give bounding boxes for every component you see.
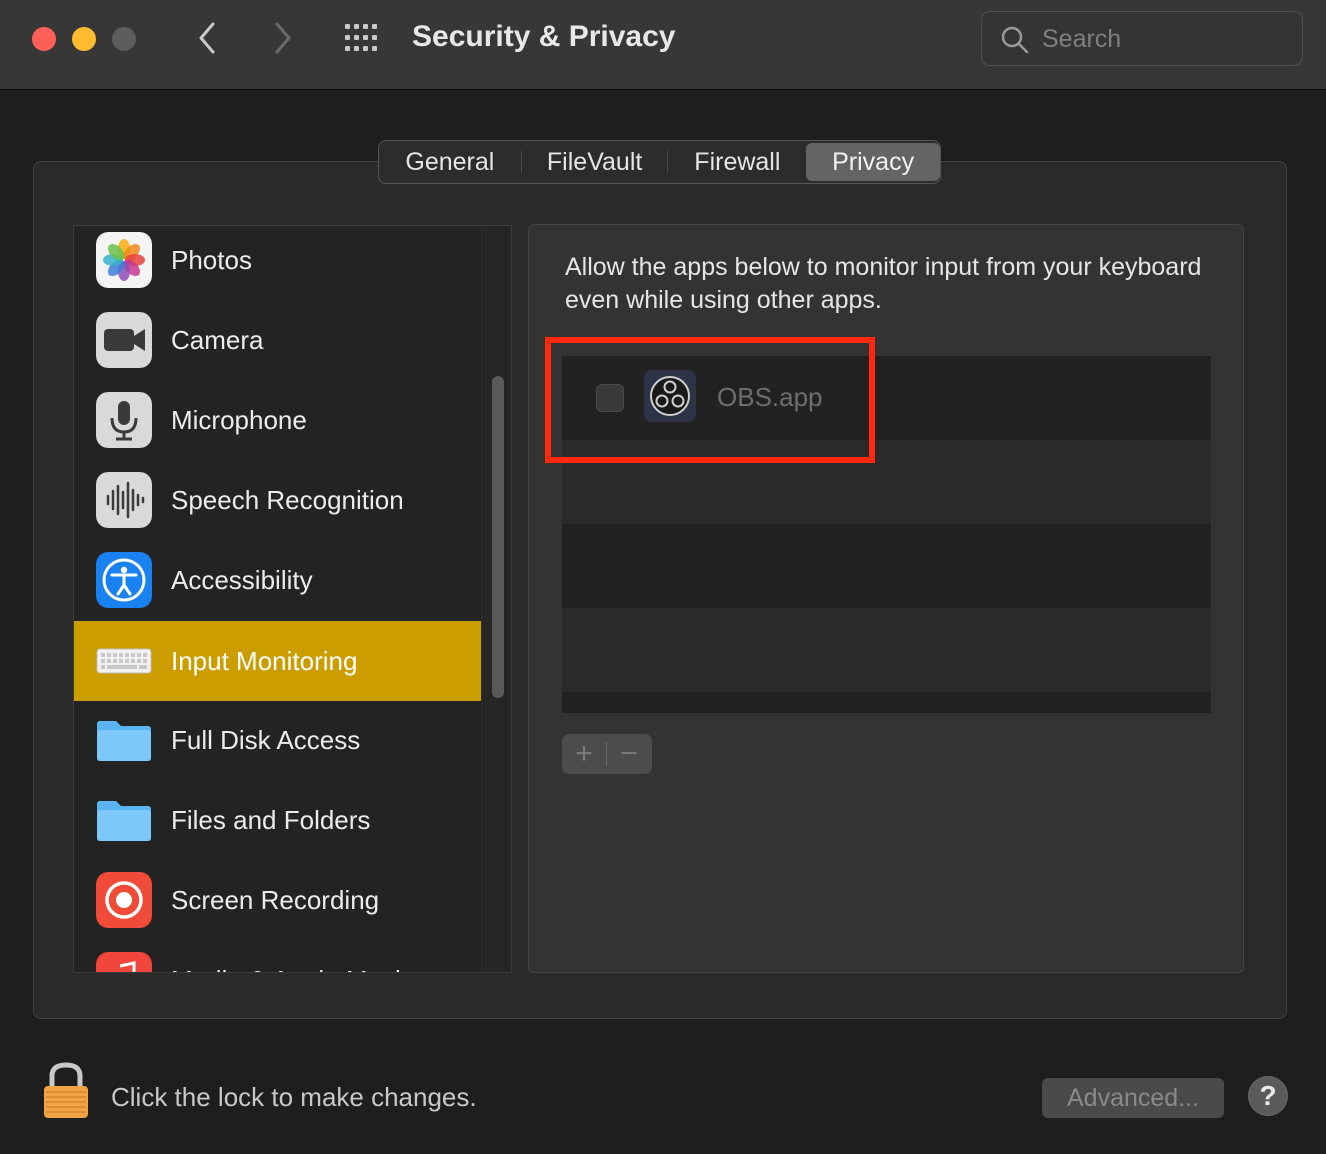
- sidebar-item-input-monitoring[interactable]: Input Monitoring: [74, 621, 481, 701]
- sidebar-item-label: Files and Folders: [171, 804, 371, 835]
- tab-privacy[interactable]: Privacy: [806, 143, 940, 181]
- chevron-left-icon: [199, 22, 215, 54]
- remove-app-button[interactable]: −: [607, 734, 651, 774]
- zoom-window-button[interactable]: [112, 27, 136, 51]
- sidebar-item-microphone[interactable]: Microphone: [74, 380, 481, 460]
- chevron-right-icon: [275, 22, 291, 54]
- tab-filevault[interactable]: FileVault: [522, 141, 668, 183]
- sidebar-item-files-and-folders[interactable]: Files and Folders: [74, 780, 481, 860]
- help-button[interactable]: ?: [1248, 1076, 1288, 1116]
- add-app-button[interactable]: +: [562, 734, 606, 774]
- accessibility-icon: [96, 552, 152, 608]
- annotation-highlight-box: [545, 337, 875, 463]
- scrollbar-thumb[interactable]: [492, 376, 504, 698]
- sidebar-item-label: Photos: [171, 244, 252, 275]
- microphone-icon: [96, 392, 152, 448]
- add-remove-control: + −: [562, 734, 652, 774]
- sidebar-item-label: Camera: [171, 324, 264, 355]
- show-all-button[interactable]: [342, 20, 382, 56]
- folder-icon: [97, 801, 151, 841]
- sidebar-item-label: Screen Recording: [171, 884, 380, 915]
- music-icon: [96, 952, 152, 972]
- sidebar-item-screen-recording[interactable]: Screen Recording: [74, 860, 481, 940]
- search-icon: [1001, 26, 1029, 54]
- search-field[interactable]: [981, 11, 1303, 66]
- permission-description: Allow the apps below to monitor input fr…: [565, 253, 1202, 314]
- grid-icon: [345, 24, 377, 51]
- sidebar-item-label: Full Disk Access: [171, 724, 361, 755]
- empty-app-row: [562, 608, 1211, 692]
- forward-button[interactable]: [262, 18, 302, 58]
- tab-firewall[interactable]: Firewall: [668, 141, 806, 183]
- lock-icon[interactable]: [40, 1060, 92, 1120]
- sidebar-item-label: Input Monitoring: [171, 645, 358, 676]
- sidebar-item-speech-recognition[interactable]: Speech Recognition: [74, 460, 481, 540]
- folder-icon: [97, 721, 151, 761]
- search-input[interactable]: [1042, 20, 1292, 58]
- empty-app-row: [562, 524, 1211, 608]
- photos-icon: [96, 232, 152, 288]
- sidebar-item-photos[interactable]: Photos: [74, 226, 481, 300]
- tab-bar: General FileVault Firewall Privacy: [378, 140, 941, 184]
- lock-status-text: Click the lock to make changes.: [111, 1082, 477, 1112]
- sidebar-item-camera[interactable]: Camera: [74, 300, 481, 380]
- camera-icon: [96, 312, 152, 368]
- sidebar-item-label: Speech Recognition: [171, 484, 404, 515]
- window-title: Security & Privacy: [412, 20, 676, 53]
- list-scrollbar[interactable]: [481, 226, 511, 972]
- sidebar-item-accessibility[interactable]: Accessibility: [74, 540, 481, 620]
- keyboard-icon: [96, 648, 152, 674]
- sidebar-item-label: Media & Apple Music: [171, 965, 414, 973]
- screen-recording-icon: [96, 872, 152, 928]
- empty-app-row: [562, 692, 1211, 713]
- minimize-window-button[interactable]: [72, 27, 96, 51]
- privacy-category-list[interactable]: Photos Camera Microphone Speech Recognit…: [73, 225, 512, 973]
- sidebar-item-label: Accessibility: [171, 564, 313, 595]
- detail-pane: Allow the apps below to monitor input fr…: [528, 224, 1244, 973]
- tab-general[interactable]: General: [379, 141, 521, 183]
- sidebar-item-media-apple-music[interactable]: Media & Apple Music: [74, 940, 481, 973]
- sidebar-item-label: Microphone: [171, 404, 307, 435]
- advanced-button[interactable]: Advanced...: [1042, 1078, 1224, 1118]
- sidebar-item-full-disk-access[interactable]: Full Disk Access: [74, 700, 481, 780]
- back-button[interactable]: [188, 18, 228, 58]
- close-window-button[interactable]: [32, 27, 56, 51]
- title-bar: Security & Privacy: [0, 0, 1326, 90]
- speech-recognition-icon: [96, 472, 152, 528]
